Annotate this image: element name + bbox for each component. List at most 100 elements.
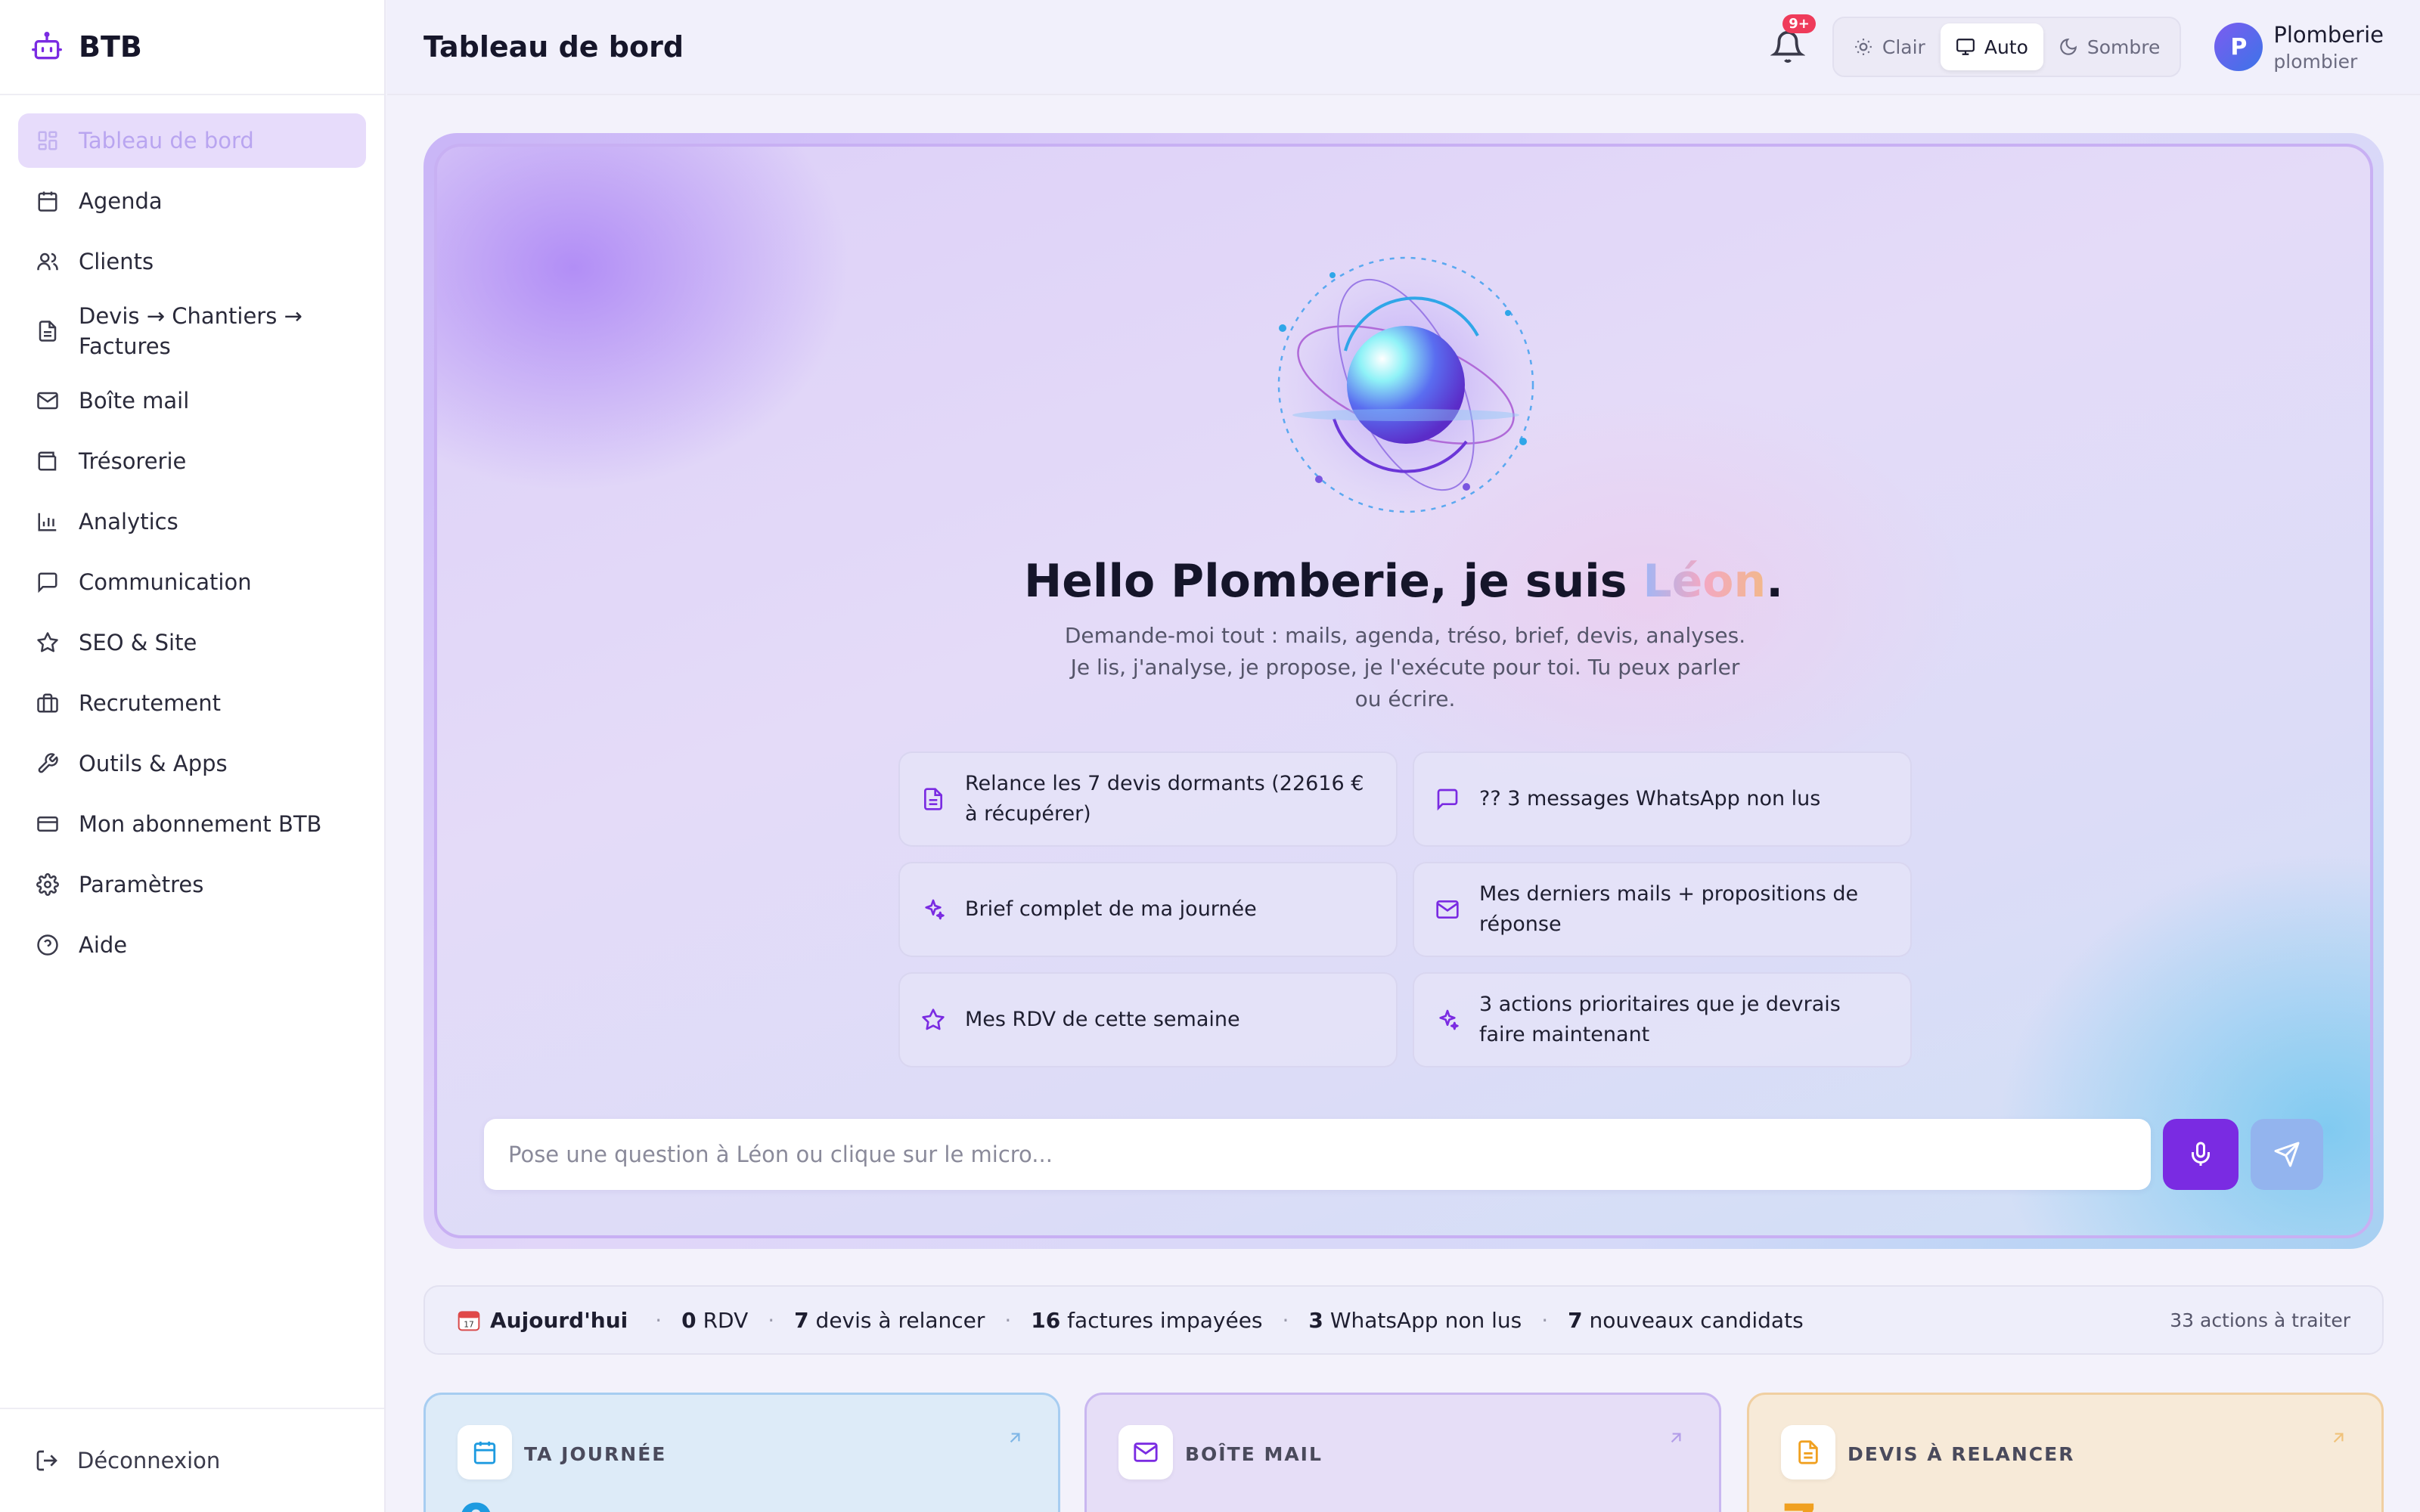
sidebar-item-seo[interactable]: SEO & Site [18,615,366,670]
arrow-up-right-icon[interactable] [1005,1428,1025,1448]
card-boite-mail[interactable]: BOÎTE MAIL [1084,1393,1721,1512]
microphone-button[interactable] [2163,1119,2238,1190]
theme-dark-button[interactable]: Sombre [2043,23,2176,70]
greeting-suffix: . [1766,555,1784,608]
suggestion-brief[interactable]: Brief complet de ma journée [898,862,1398,957]
stat-label: nouveaux candidats [1589,1307,1804,1333]
help-circle-icon [37,934,58,956]
sidebar-item-label: Mon abonnement BTB [79,811,322,837]
theme-auto-label: Auto [1984,36,2028,58]
sidebar-item-devis[interactable]: Devis → Chantiers → Factures [18,295,366,367]
user-menu[interactable]: P Plomberie plombier [2214,22,2384,73]
star-icon [37,632,58,652]
suggestion-text: Relance les 7 devis dormants (22616 € à … [965,772,1364,826]
orb-icon [1276,255,1536,515]
sidebar-item-label: Paramètres [79,872,204,897]
suggestion-text: Mes RDV de cette semaine [965,1008,1240,1031]
greeting-title: Hello Plomberie, je suis Léon. [437,555,2370,608]
wallet-icon [38,451,57,471]
document-icon [39,321,57,342]
sparkles-icon [925,899,945,920]
stat-label: RDV [703,1307,749,1333]
briefcase-icon [37,693,58,713]
separator: · [1282,1307,1289,1333]
suggestion-actions[interactable]: 3 actions prioritaires que je devrais fa… [1413,972,1912,1067]
arrow-up-right-icon[interactable] [1666,1428,1686,1448]
notifications-button[interactable]: 9+ [1770,14,1816,64]
sidebar-item-label: SEO & Site [79,630,197,655]
assistant-input[interactable]: Pose une question à Léon ou clique sur l… [484,1119,2151,1190]
assistant-name: Léon [1643,555,1767,608]
today-stat-devis[interactable]: 7 devis à relancer [794,1308,985,1333]
today-stat-candidats[interactable]: 7 nouveaux candidats [1568,1308,1804,1333]
today-summary-bar: 17 Aujourd'hui · 0 RDV · 7 devis à relan… [424,1285,2384,1355]
theme-auto-button[interactable]: Auto [1940,23,2043,70]
moon-icon [2060,38,2077,55]
logout-icon [36,1450,57,1471]
assistant-hero: Hello Plomberie, je suis Léon. Demande-m… [424,133,2384,1249]
calendar-icon [38,191,57,212]
send-button[interactable] [2251,1119,2323,1190]
separator: · [768,1307,775,1333]
users-icon [37,253,58,271]
sidebar: BTB Tableau de bord Agenda Clients Devis… [0,0,386,1512]
suggestion-text: Brief complet de ma journée [965,897,1257,921]
calendar-icon [473,1441,496,1464]
sidebar-item-label: Tableau de bord [79,128,254,153]
sidebar-item-label: Outils & Apps [79,751,228,776]
card-devis-a-relancer[interactable]: DEVIS À RELANCER 7 [1747,1393,2384,1512]
mail-icon [1134,1442,1158,1462]
credit-card-icon [37,816,58,832]
robot-icon [32,32,62,60]
arrow-up-right-icon[interactable] [2328,1428,2348,1448]
avatar: P [2214,23,2263,71]
document-icon [1798,1440,1818,1464]
sidebar-item-mail[interactable]: Boîte mail [18,373,366,428]
suggestion-mails[interactable]: Mes derniers mails + propositions de rép… [1413,862,1912,957]
sidebar-item-communication[interactable]: Communication [18,555,366,609]
sidebar-item-abonnement[interactable]: Mon abonnement BTB [18,797,366,851]
stat-value: 3 [1308,1307,1323,1333]
sidebar-item-label: Aide [79,932,128,958]
card-ta-journee[interactable]: TA JOURNÉE 0 [424,1393,1060,1512]
sidebar-item-dashboard[interactable]: Tableau de bord [18,113,366,168]
card-title: TA JOURNÉE [524,1443,667,1465]
sidebar-item-recrutement[interactable]: Recrutement [18,676,366,730]
card-value: 7 [1781,1493,1818,1512]
stat-value: 7 [794,1307,809,1333]
message-icon [1437,789,1458,811]
user-role: plombier [2273,50,2358,73]
topbar-actions: 9+ Clair Auto Sombre P Plomberie plombie… [1770,14,2384,77]
suggestions-grid: Relance les 7 devis dormants (22616 € à … [898,751,1913,1067]
actions-count: 33 actions à traiter [2170,1309,2350,1331]
sidebar-item-agenda[interactable]: Agenda [18,174,366,228]
stat-label: WhatsApp non lus [1329,1307,1522,1333]
sidebar-item-label: Clients [79,249,154,274]
suggestion-text: ?? 3 messages WhatsApp non lus [1479,787,1821,810]
sidebar-item-tresorerie[interactable]: Trésorerie [18,434,366,488]
app-name: BTB [79,30,142,64]
suggestion-text: 3 actions prioritaires que je devrais fa… [1479,993,1841,1046]
suggestion-whatsapp[interactable]: ?? 3 messages WhatsApp non lus [1413,751,1912,847]
suggestion-relance-devis[interactable]: Relance les 7 devis dormants (22616 € à … [898,751,1398,847]
sidebar-item-analytics[interactable]: Analytics [18,494,366,549]
theme-switcher: Clair Auto Sombre [1832,17,2182,77]
sidebar-item-clients[interactable]: Clients [18,234,366,289]
brand[interactable]: BTB [0,0,384,95]
sidebar-item-aide[interactable]: Aide [18,918,366,972]
theme-light-button[interactable]: Clair [1838,23,1941,70]
today-stat-rdv[interactable]: 0 RDV [681,1308,748,1333]
logout-button[interactable]: Déconnexion [0,1408,384,1512]
suggestion-text: Mes derniers mails + propositions de rép… [1479,882,1859,936]
separator: · [1541,1307,1549,1333]
greeting-prefix: Hello Plomberie, je suis [1023,555,1643,608]
page-title: Tableau de bord [424,30,684,64]
sidebar-nav: Tableau de bord Agenda Clients Devis → C… [0,95,384,996]
calendar-emoji-icon: 17 [458,1311,480,1331]
card-icon-box [1118,1425,1173,1479]
today-stat-factures[interactable]: 16 factures impayées [1031,1308,1262,1333]
suggestion-rdv[interactable]: Mes RDV de cette semaine [898,972,1398,1067]
today-stat-whatsapp[interactable]: 3 WhatsApp non lus [1308,1308,1522,1333]
sidebar-item-parametres[interactable]: Paramètres [18,857,366,912]
sidebar-item-outils[interactable]: Outils & Apps [18,736,366,791]
